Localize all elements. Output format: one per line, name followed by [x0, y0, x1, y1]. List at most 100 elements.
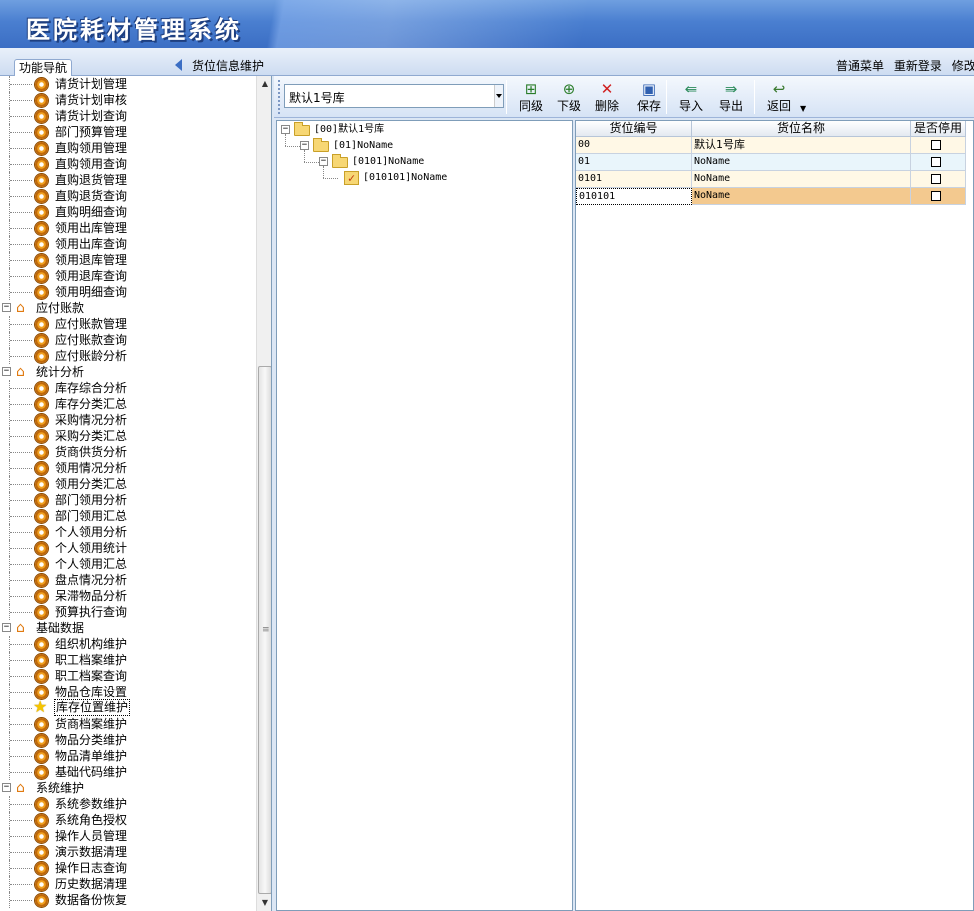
- toolbar-button[interactable]: ↩ 返回: [760, 78, 798, 116]
- nav-item[interactable]: 职工档案查询: [0, 668, 256, 684]
- nav-item[interactable]: 请货计划查询: [0, 108, 256, 124]
- nav-item[interactable]: 预算执行查询: [0, 604, 256, 620]
- nav-group[interactable]: − ⌂ 系统维护: [0, 780, 256, 796]
- nav-item[interactable]: ★ 库存位置维护: [0, 698, 256, 716]
- nav-item[interactable]: 演示数据清理: [0, 844, 256, 860]
- nav-item[interactable]: 直购退货查询: [0, 188, 256, 204]
- cell-code[interactable]: 0101: [576, 171, 692, 188]
- scroll-down-icon[interactable]: ▼: [257, 895, 271, 911]
- collapse-icon[interactable]: −: [2, 783, 11, 792]
- collapse-icon[interactable]: −: [300, 141, 309, 150]
- table-row[interactable]: 0101 NoName: [576, 171, 966, 188]
- grid-header-disabled[interactable]: 是否停用: [911, 121, 966, 137]
- cell-name[interactable]: NoName: [692, 171, 911, 188]
- cell-code[interactable]: 00: [576, 137, 692, 154]
- link-normal-menu[interactable]: 普通菜单: [836, 59, 884, 73]
- toolbar-button[interactable]: ⊕ 下级: [550, 78, 588, 116]
- dropdown-arrow-icon[interactable]: [494, 85, 503, 107]
- scroll-thumb[interactable]: ≡: [258, 366, 271, 894]
- nav-item[interactable]: 数据备份恢复: [0, 892, 256, 908]
- disabled-checkbox[interactable]: [931, 174, 941, 184]
- nav-item[interactable]: 个人领用分析: [0, 524, 256, 540]
- nav-item[interactable]: 库存分类汇总: [0, 396, 256, 412]
- warehouse-select[interactable]: 默认1号库: [284, 84, 504, 108]
- house-icon: ⌂: [16, 620, 25, 636]
- grid-header-name[interactable]: 货位名称: [692, 121, 911, 137]
- nav-item[interactable]: 直购退货管理: [0, 172, 256, 188]
- link-relogin[interactable]: 重新登录: [894, 59, 942, 73]
- nav-item[interactable]: 直购明细查询: [0, 204, 256, 220]
- nav-item[interactable]: 领用明细查询: [0, 284, 256, 300]
- cell-code[interactable]: 01: [576, 154, 692, 171]
- cell-name[interactable]: NoName: [692, 188, 911, 205]
- nav-item[interactable]: 历史数据清理: [0, 876, 256, 892]
- cell-name[interactable]: NoName: [692, 154, 911, 171]
- collapse-icon[interactable]: −: [2, 303, 11, 312]
- nav-item[interactable]: 库存综合分析: [0, 380, 256, 396]
- table-row[interactable]: 01 NoName: [576, 154, 966, 171]
- nav-item[interactable]: 个人领用统计: [0, 540, 256, 556]
- toolbar-button[interactable]: ⊞ 同级: [512, 78, 550, 116]
- nav-item[interactable]: 应付账款管理: [0, 316, 256, 332]
- nav-item[interactable]: 系统角色授权: [0, 812, 256, 828]
- toolbar-button[interactable]: ⇚ 导入: [672, 78, 710, 116]
- toolbar-more-icon[interactable]: ▼: [800, 104, 806, 113]
- nav-item[interactable]: 领用出库查询: [0, 236, 256, 252]
- nav-item[interactable]: 个人领用汇总: [0, 556, 256, 572]
- cell-code[interactable]: 010101: [576, 188, 692, 205]
- table-row[interactable]: 010101 NoName: [576, 188, 966, 205]
- nav-item[interactable]: 部门领用汇总: [0, 508, 256, 524]
- disabled-checkbox[interactable]: [931, 157, 941, 167]
- nav-item[interactable]: 请货计划管理: [0, 76, 256, 92]
- nav-group[interactable]: − ⌂ 基础数据: [0, 620, 256, 636]
- nav-item[interactable]: 应付账款查询: [0, 332, 256, 348]
- table-row[interactable]: 00 默认1号库: [576, 137, 966, 154]
- collapse-left-icon[interactable]: [175, 59, 182, 71]
- toolbar-button[interactable]: ⇛ 导出: [712, 78, 750, 116]
- toolbar-button[interactable]: ▣ 保存: [630, 78, 668, 116]
- nav-item[interactable]: 职工档案维护: [0, 652, 256, 668]
- nav-item[interactable]: 领用出库管理: [0, 220, 256, 236]
- collapse-icon[interactable]: −: [2, 623, 11, 632]
- nav-item[interactable]: 直购领用管理: [0, 140, 256, 156]
- nav-item[interactable]: 领用退库管理: [0, 252, 256, 268]
- disabled-checkbox[interactable]: [931, 191, 941, 201]
- nav-group[interactable]: − ⌂ 统计分析: [0, 364, 256, 380]
- nav-item[interactable]: 物品分类维护: [0, 732, 256, 748]
- disabled-checkbox[interactable]: [931, 140, 941, 150]
- cell-name[interactable]: 默认1号库: [692, 137, 911, 154]
- nav-item[interactable]: 物品清单维护: [0, 748, 256, 764]
- nav-item[interactable]: 盘点情况分析: [0, 572, 256, 588]
- toolbar-grip[interactable]: [278, 80, 281, 114]
- nav-item[interactable]: 应付账龄分析: [0, 348, 256, 364]
- nav-item[interactable]: 操作人员管理: [0, 828, 256, 844]
- scroll-up-icon[interactable]: ▲: [257, 76, 271, 92]
- nav-item[interactable]: 基础代码维护: [0, 764, 256, 780]
- nav-item[interactable]: 呆滞物品分析: [0, 588, 256, 604]
- nav-item[interactable]: 请货计划审核: [0, 92, 256, 108]
- nav-item[interactable]: 领用退库查询: [0, 268, 256, 284]
- collapse-icon[interactable]: −: [319, 157, 328, 166]
- nav-item[interactable]: 采购情况分析: [0, 412, 256, 428]
- nav-item[interactable]: 领用分类汇总: [0, 476, 256, 492]
- nav-item[interactable]: 采购分类汇总: [0, 428, 256, 444]
- nav-item[interactable]: 货商供货分析: [0, 444, 256, 460]
- nav-item[interactable]: 部门领用分析: [0, 492, 256, 508]
- collapse-icon[interactable]: −: [281, 125, 290, 134]
- nav-item[interactable]: 领用情况分析: [0, 460, 256, 476]
- nav-scrollbar[interactable]: ▲ ≡ ▼: [256, 76, 271, 911]
- tab-nav[interactable]: 功能导航: [14, 59, 72, 77]
- nav-item[interactable]: 操作日志查询: [0, 860, 256, 876]
- toolbar-button[interactable]: ✕ 删除: [588, 78, 626, 116]
- nav-item[interactable]: 系统参数维护: [0, 796, 256, 812]
- grid-header-code[interactable]: 货位编号: [576, 121, 692, 137]
- nav-item[interactable]: 组织机构维护: [0, 636, 256, 652]
- collapse-icon[interactable]: −: [2, 367, 11, 376]
- nav-item[interactable]: 货商档案维护: [0, 716, 256, 732]
- nav-item-label: 统计分析: [36, 365, 85, 379]
- nav-item[interactable]: 直购领用查询: [0, 156, 256, 172]
- link-change-password[interactable]: 修改密: [952, 59, 974, 73]
- nav-group[interactable]: − ⌂ 应付账款: [0, 300, 256, 316]
- nav-item[interactable]: 部门预算管理: [0, 124, 256, 140]
- nav-item-label: 采购情况分析: [55, 413, 128, 427]
